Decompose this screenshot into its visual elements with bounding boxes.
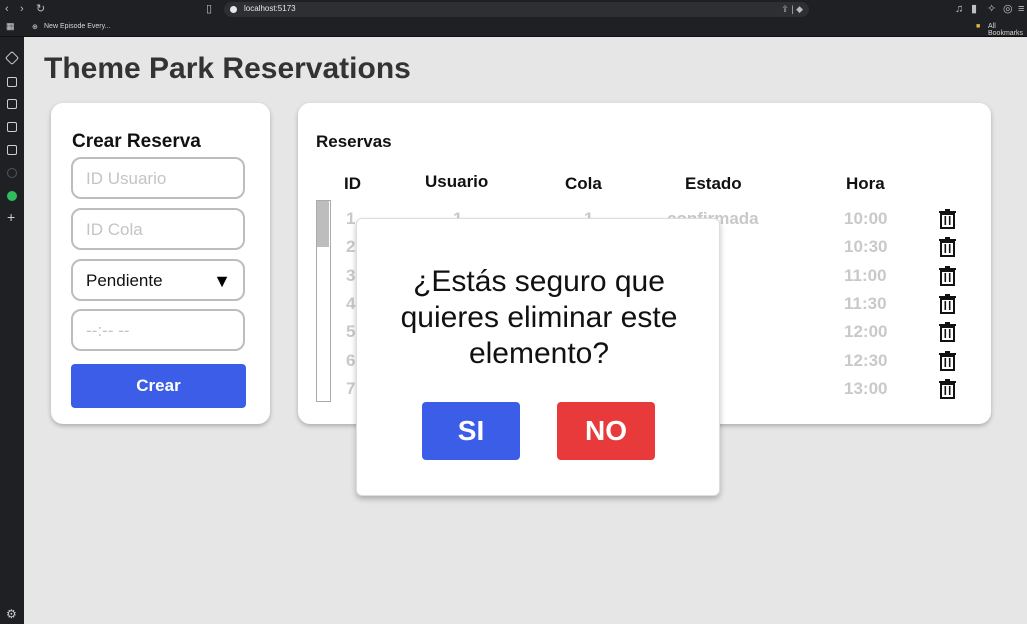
extensions-icon[interactable]: ✧ <box>987 3 996 15</box>
dialog-question: ¿Estás seguro que quieres eliminar este … <box>400 265 678 370</box>
table-scrollbar[interactable] <box>316 200 331 402</box>
bookmarks-sidebar-icon[interactable] <box>7 122 17 132</box>
column-header-hora: Hora <box>846 174 885 193</box>
video-icon[interactable] <box>7 77 17 87</box>
status-selected-value: Pendiente <box>86 271 163 290</box>
trash-icon[interactable] <box>939 237 956 258</box>
cell-id: 3 <box>346 265 356 285</box>
cell-id: 6 <box>346 350 356 370</box>
bookmark-page-icon[interactable]: ▯ <box>206 3 212 15</box>
cell-id: 4 <box>346 293 356 313</box>
browser-toolbar: ‹ › ↻ ▯ localhost:5173 ⇪ | ◆ ♫ ▮ ✧ ◎ ≡ <box>0 0 1027 19</box>
form-heading: Crear Reserva <box>72 131 201 152</box>
column-header-estado: Estado <box>685 174 742 193</box>
apps-grid-icon[interactable]: ▦ <box>6 21 15 32</box>
time-placeholder: --:-- -- <box>86 321 130 340</box>
bookmark-globe-icon: ⊕ <box>32 24 38 31</box>
bookmark-item[interactable]: New Episode Every... <box>44 23 110 30</box>
site-info-icon[interactable] <box>230 6 237 13</box>
queue-id-input[interactable]: ID Cola <box>71 208 245 250</box>
time-input[interactable]: --:-- -- <box>71 309 245 351</box>
user-id-placeholder: ID Usuario <box>86 169 167 188</box>
cell-hora: 10:30 <box>844 237 888 257</box>
sidebar-toggle-icon[interactable]: ▮ <box>971 3 977 15</box>
whatsapp-icon[interactable] <box>7 191 17 201</box>
create-button[interactable]: Crear <box>71 364 246 408</box>
create-reservation-card: Crear Reserva ID Usuario ID Cola Pendien… <box>51 103 270 424</box>
browser-sidebar: + ⚙ <box>0 37 24 624</box>
queue-id-placeholder: ID Cola <box>86 220 143 239</box>
cell-hora: 12:30 <box>844 350 888 370</box>
trash-icon[interactable] <box>939 378 956 399</box>
table-heading: Reservas <box>316 132 392 151</box>
wallet-icon[interactable]: ◎ <box>1003 3 1013 15</box>
column-header-id: ID <box>344 174 361 193</box>
cell-id: 5 <box>346 322 356 342</box>
bookmark-bar: ▦ ⊕ New Episode Every... ■ All Bookmarks <box>0 19 1027 37</box>
column-header-usuario: Usuario <box>425 172 489 191</box>
forward-icon[interactable]: › <box>20 3 24 15</box>
trash-icon[interactable] <box>939 209 956 229</box>
status-select[interactable]: Pendiente ▼ <box>71 259 245 301</box>
confirm-no-button[interactable]: NO <box>557 402 655 460</box>
dropdown-arrow-icon: ▼ <box>213 271 231 291</box>
cell-hora: 11:00 <box>844 265 887 285</box>
brave-shield-icon[interactable]: ⇪ | ◆ <box>781 4 803 15</box>
column-header-cola: Cola <box>565 174 602 193</box>
menu-icon[interactable]: ≡ <box>1018 3 1024 15</box>
leo-icon[interactable] <box>4 50 20 66</box>
add-icon[interactable]: + <box>7 209 15 225</box>
trash-icon[interactable] <box>939 265 956 286</box>
page-title: Theme Park Reservations <box>44 52 411 85</box>
cell-hora: 11:30 <box>844 293 887 313</box>
trash-icon[interactable] <box>939 350 956 371</box>
reading-list-icon[interactable] <box>7 145 17 155</box>
trash-icon[interactable] <box>939 293 956 314</box>
folder-icon: ■ <box>976 23 981 30</box>
url-text: localhost:5173 <box>244 4 296 13</box>
wallet-sidebar-icon[interactable] <box>7 99 17 109</box>
reload-icon[interactable]: ↻ <box>36 3 45 15</box>
confirm-yes-button[interactable]: SI <box>422 402 520 460</box>
all-bookmarks[interactable]: All Bookmarks <box>988 23 1027 37</box>
user-id-input[interactable]: ID Usuario <box>71 157 245 199</box>
address-bar[interactable]: localhost:5173 ⇪ | ◆ <box>224 2 809 17</box>
scrollbar-thumb[interactable] <box>317 201 329 247</box>
media-icon[interactable]: ♫ <box>955 3 963 15</box>
settings-gear-dim-icon[interactable] <box>7 168 17 178</box>
cell-hora: 12:00 <box>844 322 888 342</box>
cell-id: 7 <box>346 378 356 398</box>
cell-hora: 13:00 <box>844 378 888 398</box>
cell-id: 1 <box>346 209 356 228</box>
settings-icon[interactable]: ⚙ <box>6 607 17 621</box>
trash-icon[interactable] <box>939 322 956 343</box>
back-icon[interactable]: ‹ <box>5 3 9 15</box>
confirm-delete-dialog: ¿Estás seguro que quieres eliminar este … <box>356 218 720 496</box>
cell-hora: 10:00 <box>844 209 888 228</box>
cell-id: 2 <box>346 237 356 257</box>
